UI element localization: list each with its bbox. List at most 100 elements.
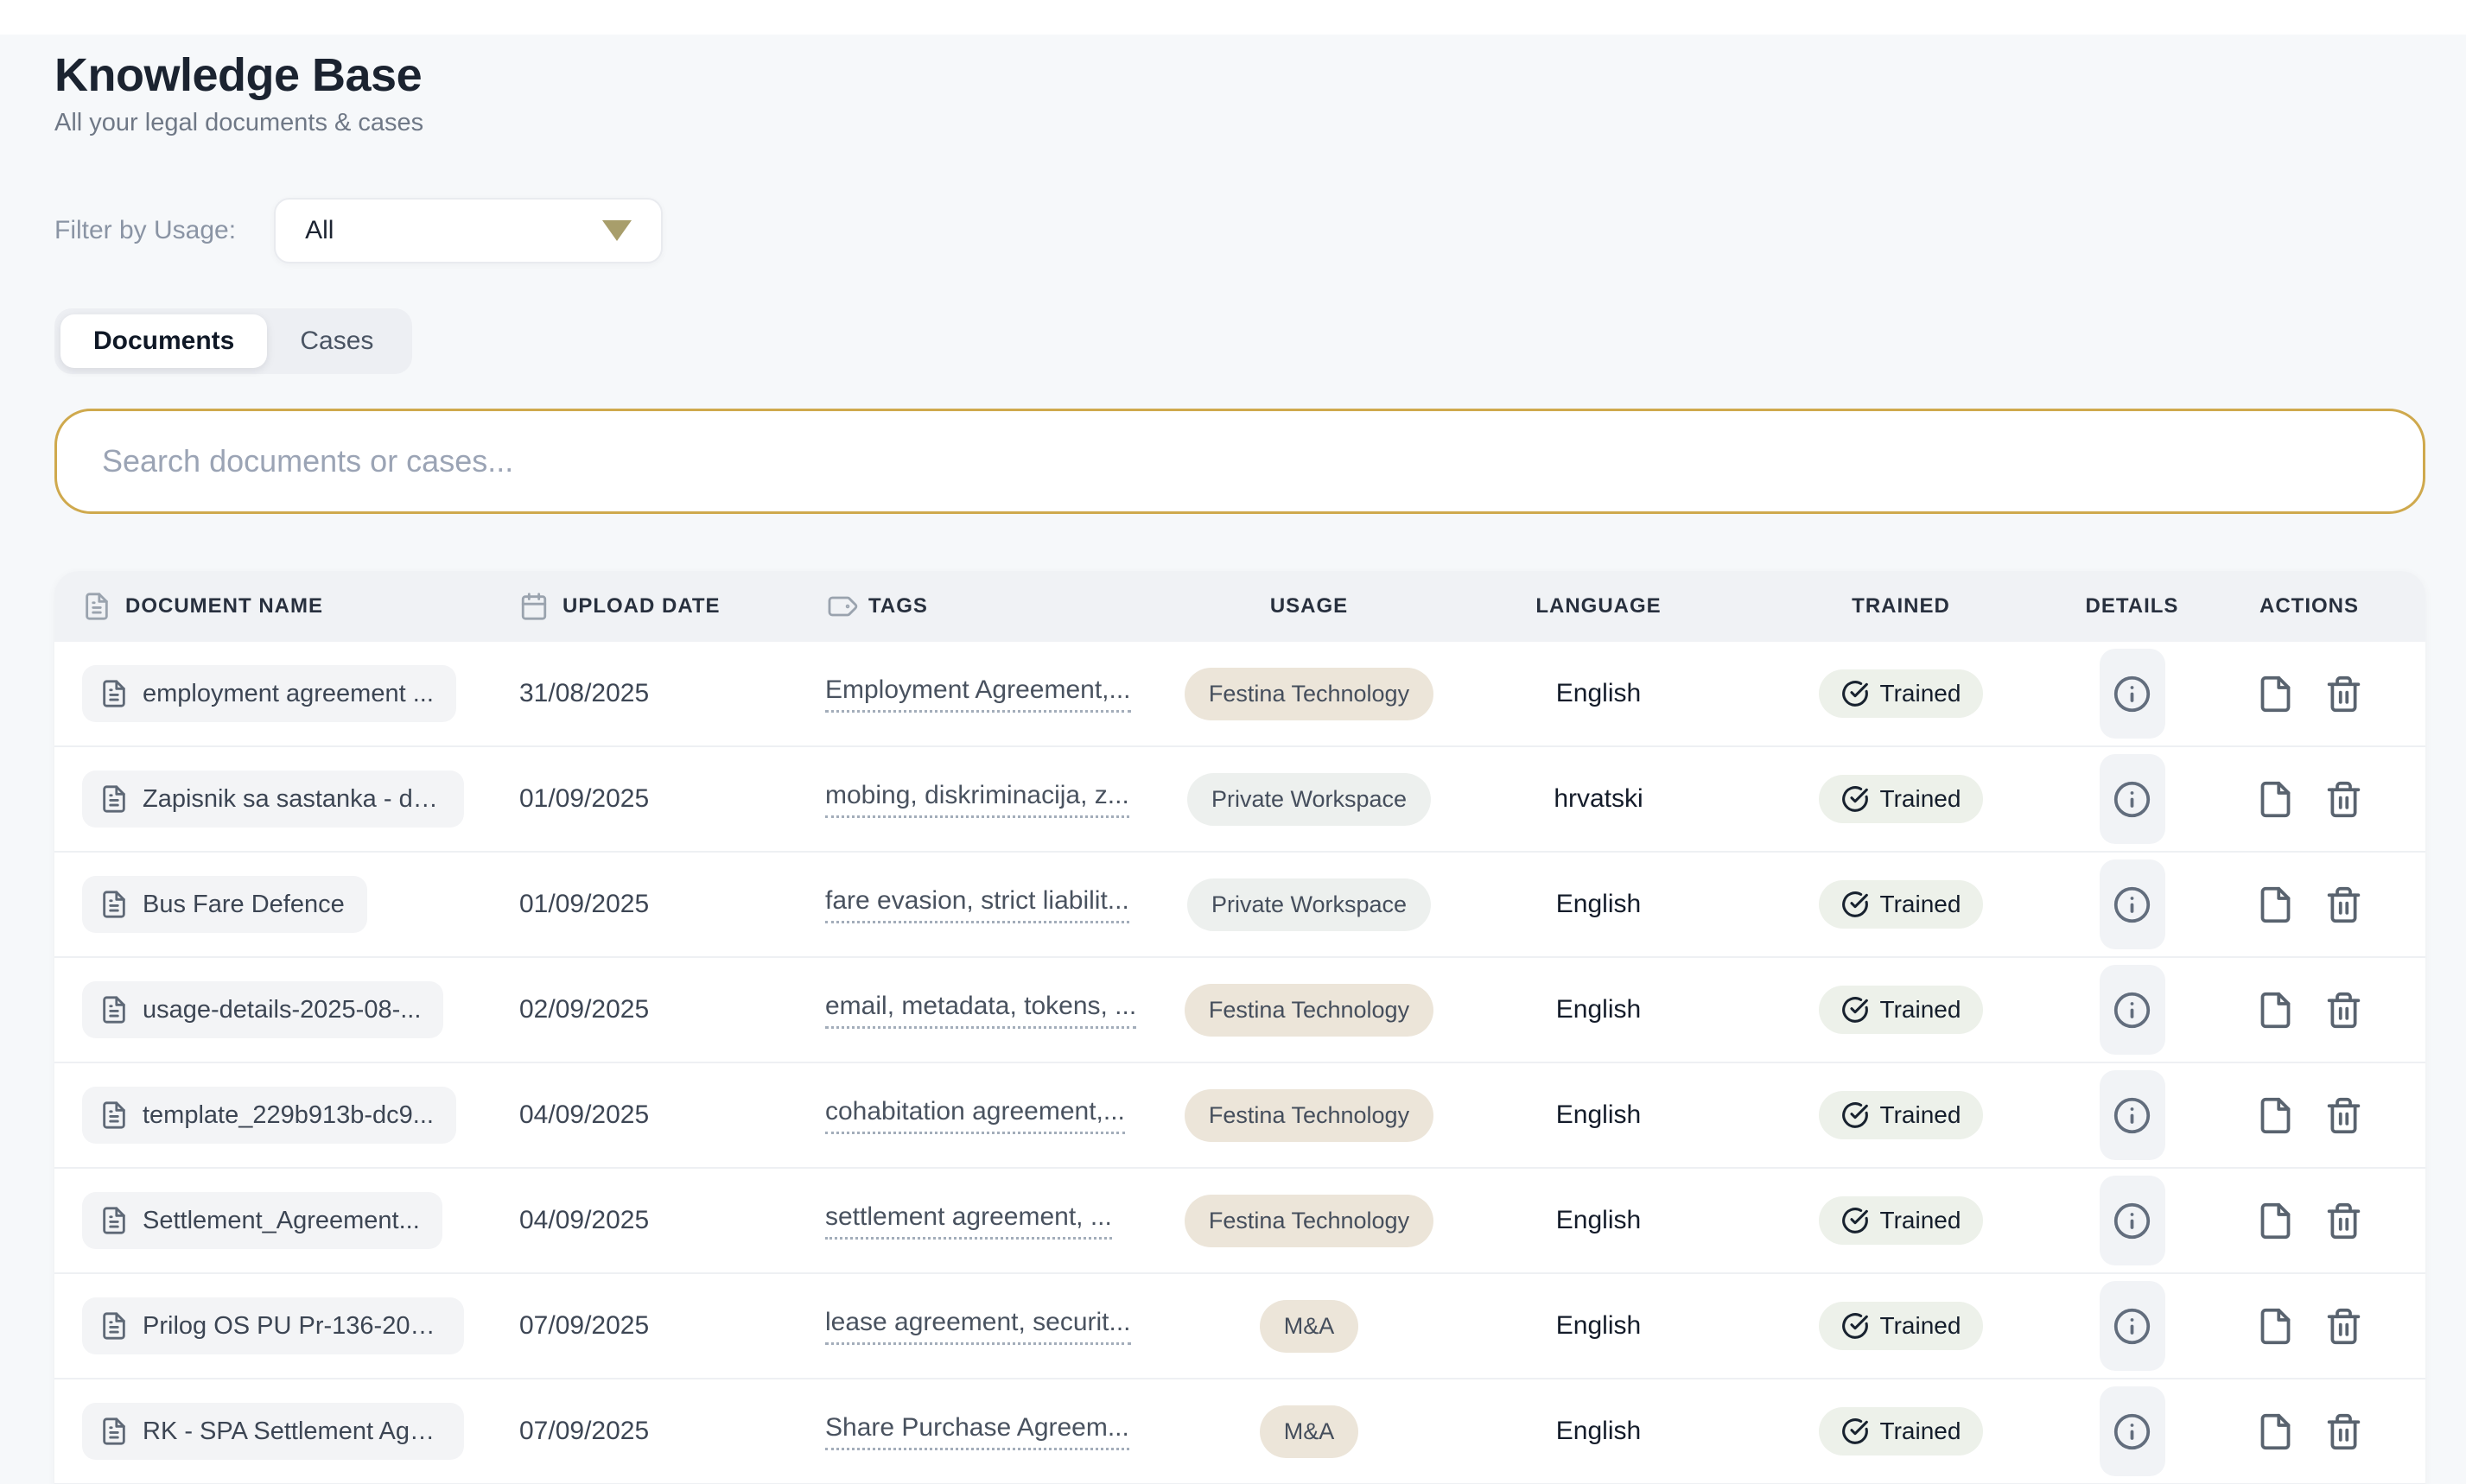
info-icon (2113, 1412, 2151, 1451)
document-name-chip[interactable]: usage-details-2025-08-... (82, 981, 443, 1038)
usage-badge: M&A (1260, 1405, 1359, 1458)
file-text-icon (99, 784, 129, 814)
details-info-button[interactable] (2100, 1176, 2165, 1265)
trained-badge: Trained (1819, 1407, 1984, 1455)
delete-document-button[interactable] (2324, 991, 2363, 1030)
language: English (1556, 1206, 1641, 1235)
table-row: Prilog OS PU Pr-136-2024... 07/09/2025 l… (54, 1274, 2425, 1379)
details-info-button[interactable] (2100, 1281, 2165, 1371)
open-document-button[interactable] (2256, 780, 2295, 819)
table-row: Zapisnik sa sastanka - do... 01/09/2025 … (54, 747, 2425, 853)
triangle-down-icon (602, 220, 632, 241)
language: hrvatski (1554, 784, 1643, 814)
language: English (1556, 890, 1641, 919)
check-circle-icon (1841, 785, 1869, 813)
details-info-button[interactable] (2100, 754, 2165, 844)
open-document-button[interactable] (2256, 675, 2295, 713)
tags-link[interactable]: email, metadata, tokens, ... (825, 992, 1136, 1029)
file-text-icon (99, 1100, 129, 1130)
usage-badge: Festina Technology (1185, 1195, 1433, 1247)
trash-icon (2324, 991, 2363, 1030)
delete-document-button[interactable] (2324, 1096, 2363, 1135)
open-document-button[interactable] (2256, 1202, 2295, 1240)
trained-badge: Trained (1819, 986, 1984, 1034)
document-name-chip[interactable]: RK - SPA Settlement Agre... (82, 1403, 464, 1460)
tags-link[interactable]: lease agreement, securit... (825, 1308, 1131, 1345)
open-document-button[interactable] (2256, 991, 2295, 1030)
file-icon (2256, 885, 2295, 924)
upload-date: 07/09/2025 (519, 1417, 649, 1446)
tags-link[interactable]: cohabitation agreement,... (825, 1097, 1125, 1134)
details-info-button[interactable] (2100, 965, 2165, 1055)
trash-icon (2324, 1412, 2363, 1451)
tags-link[interactable]: Employment Agreement,... (825, 675, 1131, 713)
usage-badge: M&A (1260, 1300, 1359, 1353)
check-circle-icon (1841, 1101, 1869, 1129)
trained-badge: Trained (1819, 1302, 1984, 1350)
delete-document-button[interactable] (2324, 1202, 2363, 1240)
table-row: Bus Fare Defence 01/09/2025 fare evasion… (54, 853, 2425, 958)
open-document-button[interactable] (2256, 1412, 2295, 1451)
tags-link[interactable]: mobing, diskriminacija, z... (825, 781, 1129, 818)
info-icon (2113, 675, 2151, 713)
file-text-icon (99, 1311, 129, 1341)
column-header-details: DETAILS (2043, 594, 2221, 618)
document-name-chip[interactable]: template_229b913b-dc9... (82, 1087, 456, 1144)
document-name-chip[interactable]: Prilog OS PU Pr-136-2024... (82, 1297, 464, 1354)
file-text-icon (99, 995, 129, 1024)
details-info-button[interactable] (2100, 1070, 2165, 1160)
check-circle-icon (1841, 1207, 1869, 1234)
document-name: employment agreement ... (143, 680, 434, 708)
document-name-chip[interactable]: Bus Fare Defence (82, 876, 367, 933)
page-subtitle: All your legal documents & cases (54, 109, 2425, 137)
details-info-button[interactable] (2100, 859, 2165, 949)
file-text-icon (99, 890, 129, 919)
tags-link[interactable]: Share Purchase Agreem... (825, 1413, 1129, 1450)
tags-link[interactable]: fare evasion, strict liabilit... (825, 886, 1129, 923)
language: English (1556, 1100, 1641, 1130)
document-name-chip[interactable]: Settlement_Agreement... (82, 1192, 442, 1249)
info-icon (2113, 780, 2151, 819)
tags-link[interactable]: settlement agreement, ... (825, 1202, 1112, 1240)
upload-date: 07/09/2025 (519, 1311, 649, 1341)
details-info-button[interactable] (2100, 649, 2165, 739)
document-name-chip[interactable]: Zapisnik sa sastanka - do... (82, 771, 464, 828)
document-name: Bus Fare Defence (143, 891, 345, 919)
document-name: usage-details-2025-08-... (143, 996, 421, 1024)
search-input[interactable] (54, 409, 2425, 514)
trained-badge: Trained (1819, 775, 1984, 823)
open-document-button[interactable] (2256, 885, 2295, 924)
info-icon (2113, 885, 2151, 924)
open-document-button[interactable] (2256, 1307, 2295, 1346)
usage-badge: Private Workspace (1187, 878, 1431, 931)
tab-cases[interactable]: Cases (267, 314, 406, 368)
trained-badge: Trained (1819, 669, 1984, 718)
delete-document-button[interactable] (2324, 780, 2363, 819)
details-info-button[interactable] (2100, 1386, 2165, 1476)
column-header-language: LANGUAGE (1439, 594, 1758, 618)
upload-date: 31/08/2025 (519, 679, 649, 708)
upload-date: 01/09/2025 (519, 784, 649, 814)
document-name: RK - SPA Settlement Agre... (143, 1417, 442, 1446)
file-icon (2256, 991, 2295, 1030)
delete-document-button[interactable] (2324, 885, 2363, 924)
file-text-icon (99, 1206, 129, 1235)
document-name: Zapisnik sa sastanka - do... (143, 785, 442, 814)
language: English (1556, 679, 1641, 708)
delete-document-button[interactable] (2324, 1412, 2363, 1451)
file-icon (2256, 1307, 2295, 1346)
upload-date: 04/09/2025 (519, 1206, 649, 1235)
tab-documents[interactable]: Documents (60, 314, 267, 368)
delete-document-button[interactable] (2324, 675, 2363, 713)
usage-filter-dropdown[interactable]: All (274, 198, 663, 263)
trash-icon (2324, 675, 2363, 713)
file-icon (2256, 1412, 2295, 1451)
calendar-icon (519, 592, 549, 621)
documents-table: DOCUMENT NAME UPLOAD DATE TAGS USAGE LAN… (54, 571, 2425, 1484)
file-icon (2256, 1096, 2295, 1135)
check-circle-icon (1841, 680, 1869, 707)
check-circle-icon (1841, 1417, 1869, 1445)
delete-document-button[interactable] (2324, 1307, 2363, 1346)
open-document-button[interactable] (2256, 1096, 2295, 1135)
document-name-chip[interactable]: employment agreement ... (82, 665, 456, 722)
